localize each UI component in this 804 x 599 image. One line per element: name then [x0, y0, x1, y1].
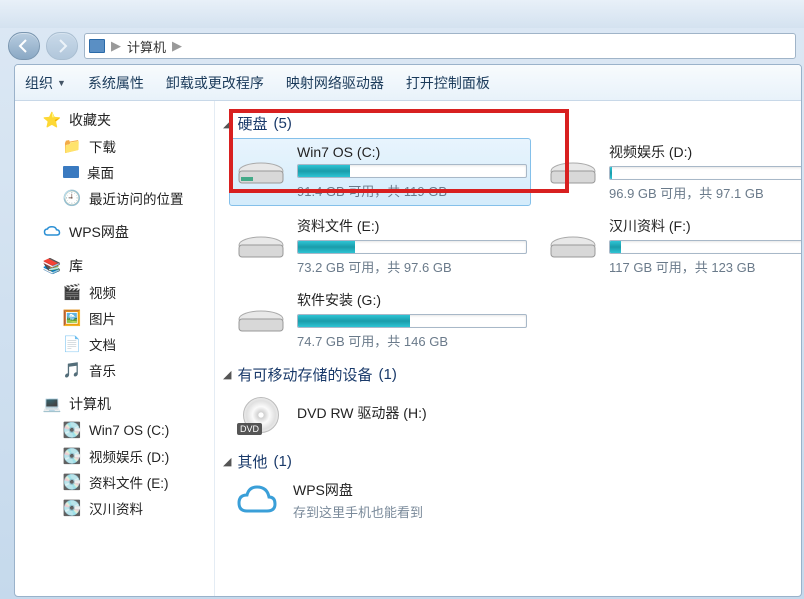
cloud-icon — [43, 223, 61, 241]
drive-name: 视频娱乐 (D:) — [609, 142, 801, 162]
section-hard-disks[interactable]: ◢ 硬盘 (5) — [223, 109, 797, 138]
drive-stats: 74.7 GB 可用，共 146 GB — [297, 331, 555, 350]
item-title: WPS网盘 — [293, 480, 423, 500]
music-icon: 🎵 — [63, 361, 81, 379]
sidebar-favorites[interactable]: ⭐收藏夹 — [15, 107, 214, 133]
drive-f[interactable]: 汉川资料 (F:) 117 GB 可用，共 123 GB — [541, 212, 801, 280]
sidebar-documents[interactable]: 📄文档 — [15, 331, 214, 357]
drive-usage-bar — [297, 240, 527, 254]
sidebar-drive-c[interactable]: 💽Win7 OS (C:) — [15, 417, 214, 443]
sidebar-drive-d[interactable]: 💽视频娱乐 (D:) — [15, 443, 214, 469]
hdd-icon — [545, 150, 601, 194]
drive-c[interactable]: Win7 OS (C:) 91.4 GB 可用，共 119 GB — [229, 138, 531, 206]
drive-e[interactable]: 资料文件 (E:) 73.2 GB 可用，共 97.6 GB — [229, 212, 531, 280]
dvd-icon: DVD — [233, 393, 289, 437]
drive-name: 资料文件 (E:) — [297, 216, 527, 236]
drive-icon: 💽 — [63, 421, 81, 439]
navigation-pane: ⭐收藏夹 📁下载 桌面 🕘最近访问的位置 WPS网盘 📚库 🎬视频 🖼️图片 📄… — [15, 101, 215, 596]
navigation-bar: ▶ 计算机 ▶ — [0, 28, 804, 64]
drive-stats: 96.9 GB 可用，共 97.1 GB — [609, 183, 801, 202]
drive-g[interactable]: 软件安装 (G:) 74.7 GB 可用，共 146 GB — [229, 286, 559, 354]
drive-icon: 💽 — [63, 499, 81, 517]
sidebar-libraries[interactable]: 📚库 — [15, 253, 214, 279]
sidebar-drive-f[interactable]: 💽汉川资料 — [15, 495, 214, 521]
toolbar-uninstall[interactable]: 卸载或更改程序 — [166, 73, 264, 93]
drive-stats: 117 GB 可用，共 123 GB — [609, 257, 801, 276]
address-bar[interactable]: ▶ 计算机 ▶ — [84, 33, 796, 59]
drive-d[interactable]: 视频娱乐 (D:) 96.9 GB 可用，共 97.1 GB — [541, 138, 801, 206]
drive-usage-bar — [297, 164, 527, 178]
sidebar-recent[interactable]: 🕘最近访问的位置 — [15, 185, 214, 211]
sidebar-videos[interactable]: 🎬视频 — [15, 279, 214, 305]
drive-stats: 91.4 GB 可用，共 119 GB — [297, 181, 527, 200]
hdd-icon — [233, 298, 289, 342]
library-icon: 📚 — [43, 257, 61, 275]
collapse-icon: ◢ — [223, 368, 231, 381]
picture-icon: 🖼️ — [63, 309, 81, 327]
drive-name: Win7 OS (C:) — [297, 144, 527, 160]
sidebar-downloads[interactable]: 📁下载 — [15, 133, 214, 159]
toolbar-control-panel[interactable]: 打开控制面板 — [406, 73, 490, 93]
toolbar-organize[interactable]: 组织▼ — [25, 73, 66, 93]
drive-usage-bar — [297, 314, 527, 328]
drive-icon: 💽 — [63, 447, 81, 465]
computer-icon: 💻 — [43, 395, 61, 413]
cloud-icon — [233, 481, 281, 521]
document-icon: 📄 — [63, 335, 81, 353]
drive-name: 汉川资料 (F:) — [609, 216, 801, 236]
drive-name: 软件安装 (G:) — [297, 290, 555, 310]
sidebar-wps[interactable]: WPS网盘 — [15, 219, 214, 245]
collapse-icon: ◢ — [223, 455, 231, 468]
star-icon: ⭐ — [43, 111, 61, 129]
forward-button[interactable] — [46, 32, 78, 60]
desktop-icon — [63, 166, 79, 178]
sidebar-pictures[interactable]: 🖼️图片 — [15, 305, 214, 331]
drive-name: DVD RW 驱动器 (H:) — [297, 403, 555, 423]
hdd-icon — [233, 150, 289, 194]
folder-icon: 📁 — [63, 137, 81, 155]
collapse-icon: ◢ — [223, 117, 231, 130]
breadcrumb-separator: ▶ — [111, 38, 121, 54]
drive-usage-bar — [609, 240, 801, 254]
sidebar-music[interactable]: 🎵音乐 — [15, 357, 214, 383]
drive-stats: 73.2 GB 可用，共 97.6 GB — [297, 257, 527, 276]
hdd-icon — [545, 224, 601, 268]
toolbar-network-drive[interactable]: 映射网络驱动器 — [286, 73, 384, 93]
sidebar-drive-e[interactable]: 💽资料文件 (E:) — [15, 469, 214, 495]
video-icon: 🎬 — [63, 283, 81, 301]
sidebar-computer[interactable]: 💻计算机 — [15, 391, 214, 417]
section-other[interactable]: ◢ 其他 (1) — [223, 447, 797, 476]
back-button[interactable] — [8, 32, 40, 60]
toolbar-properties[interactable]: 系统属性 — [88, 73, 144, 93]
computer-icon — [89, 39, 105, 53]
hdd-icon — [233, 224, 289, 268]
toolbar: 组织▼ 系统属性 卸载或更改程序 映射网络驱动器 打开控制面板 — [15, 65, 801, 101]
chevron-down-icon: ▼ — [57, 78, 66, 88]
recent-icon: 🕘 — [63, 189, 81, 207]
wps-cloud-item[interactable]: WPS网盘 存到这里手机也能看到 — [223, 476, 797, 525]
dvd-drive[interactable]: DVD DVD RW 驱动器 (H:) — [229, 389, 559, 441]
breadcrumb-location[interactable]: 计算机 — [127, 37, 166, 56]
section-removable[interactable]: ◢ 有可移动存储的设备 (1) — [223, 360, 797, 389]
sidebar-desktop[interactable]: 桌面 — [15, 159, 214, 185]
breadcrumb-separator: ▶ — [172, 38, 182, 54]
drive-icon: 💽 — [63, 473, 81, 491]
item-subtitle: 存到这里手机也能看到 — [293, 502, 423, 521]
content-pane: ◢ 硬盘 (5) Win7 OS (C:) 91.4 GB 可用，共 119 G… — [215, 101, 801, 596]
drive-usage-bar — [609, 166, 801, 180]
